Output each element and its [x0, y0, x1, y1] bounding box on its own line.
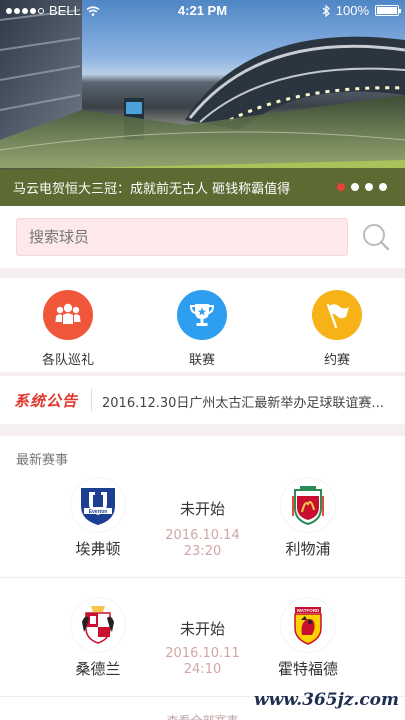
row-divider — [0, 577, 405, 578]
svg-text:WATFORD: WATFORD — [297, 608, 320, 613]
pager-dot[interactable] — [365, 183, 373, 191]
pager-dot[interactable] — [379, 183, 387, 191]
banner-caption: 马云电贺恒大三冠：成就前无古人 砸钱称霸值得 — [13, 182, 291, 197]
quick-link-teams[interactable]: 各队巡礼 — [28, 290, 108, 368]
pager-dot[interactable] — [351, 183, 359, 191]
view-all-matches-link[interactable]: 查看全部赛事 — [0, 712, 405, 720]
svg-text:Everton: Everton — [89, 509, 108, 515]
battery-icon — [375, 5, 401, 16]
match-time: 23:20 — [183, 544, 222, 559]
notice-separator — [91, 389, 92, 411]
match-card[interactable]: 桑德兰 未开始 2016.10.11 24:10 WATFORD 霍特福德 — [0, 590, 405, 700]
pager-dot[interactable] — [337, 183, 345, 191]
quick-link-challenge[interactable]: 约赛 — [297, 290, 377, 368]
search-input[interactable] — [16, 218, 348, 256]
match-date: 2016.10.11 — [165, 646, 240, 661]
sunderland-crest-icon — [71, 598, 125, 652]
banner-caption-bar: 马云电贺恒大三冠：成就前无古人 砸钱称霸值得 — [0, 168, 405, 206]
flag-icon — [312, 290, 362, 340]
bluetooth-icon — [322, 4, 330, 17]
quick-link-league[interactable]: 联赛 — [162, 290, 242, 368]
away-team-name: 霍特福德 — [277, 660, 338, 678]
watford-crest-icon: WATFORD — [281, 598, 335, 652]
quick-link-label: 各队巡礼 — [41, 353, 94, 368]
battery-percent: 100% — [335, 3, 369, 18]
watermark: www.365jz.com — [254, 690, 399, 710]
notice-logo: 系统公告 — [14, 392, 79, 410]
home-team-name: 桑德兰 — [75, 660, 121, 678]
section-divider — [0, 372, 405, 376]
search-icon[interactable] — [361, 222, 391, 252]
trophy-icon — [177, 290, 227, 340]
quick-link-label: 联赛 — [188, 353, 215, 368]
section-divider — [0, 268, 405, 278]
home-team-name: 埃弗顿 — [75, 540, 121, 558]
team-people-icon — [43, 290, 93, 340]
match-status: 未开始 — [179, 620, 225, 638]
section-title: 最新赛事 — [16, 453, 69, 468]
banner-pager[interactable] — [337, 183, 387, 191]
section-divider — [0, 424, 405, 436]
away-team-name: 利物浦 — [285, 540, 331, 558]
liverpool-crest-icon — [281, 478, 335, 532]
everton-crest-icon: Everton — [71, 478, 125, 532]
match-time: 24:10 — [183, 662, 222, 677]
notice-text[interactable]: 2016.12.30日广州太古汇最新举办足球联谊赛... — [102, 392, 392, 411]
match-status: 未开始 — [179, 500, 225, 518]
match-date: 2016.10.14 — [165, 528, 240, 543]
quick-link-label: 约赛 — [323, 353, 350, 368]
match-card[interactable]: Everton 埃弗顿 未开始 2016.10.14 23:20 利物浦 — [0, 470, 405, 580]
status-bar: BELL 4:21 PM 100% — [0, 0, 405, 22]
banner-carousel[interactable]: BELL 4:21 PM 100% 马云电贺恒大三冠：成就前无古人 砸钱称霸值得 — [0, 0, 405, 206]
